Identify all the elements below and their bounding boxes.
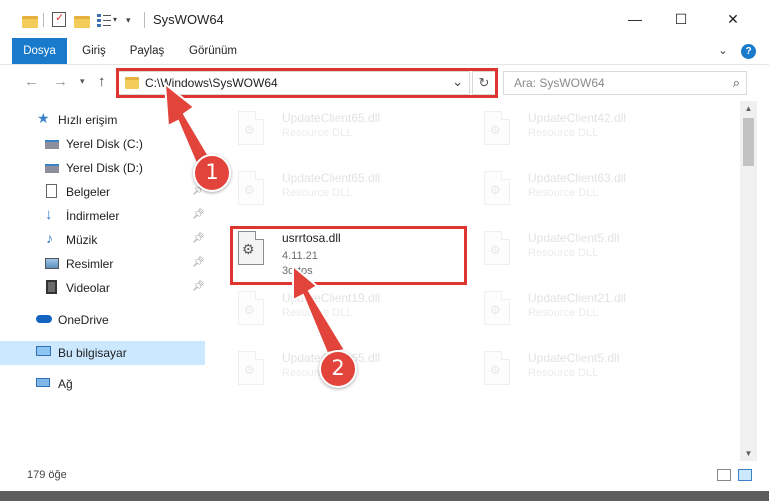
explorer-window: ✓ ▾ ▾ SysWOW64 — ☐ ✕ Dosya Giriş Paylaş … bbox=[0, 0, 769, 501]
annotation-arrows bbox=[163, 81, 347, 355]
arrow-one-icon bbox=[163, 81, 215, 164]
arrow-two-icon bbox=[292, 263, 347, 355]
callout-step-2: 2 bbox=[319, 350, 357, 388]
callout-step-1: 1 bbox=[193, 154, 231, 192]
